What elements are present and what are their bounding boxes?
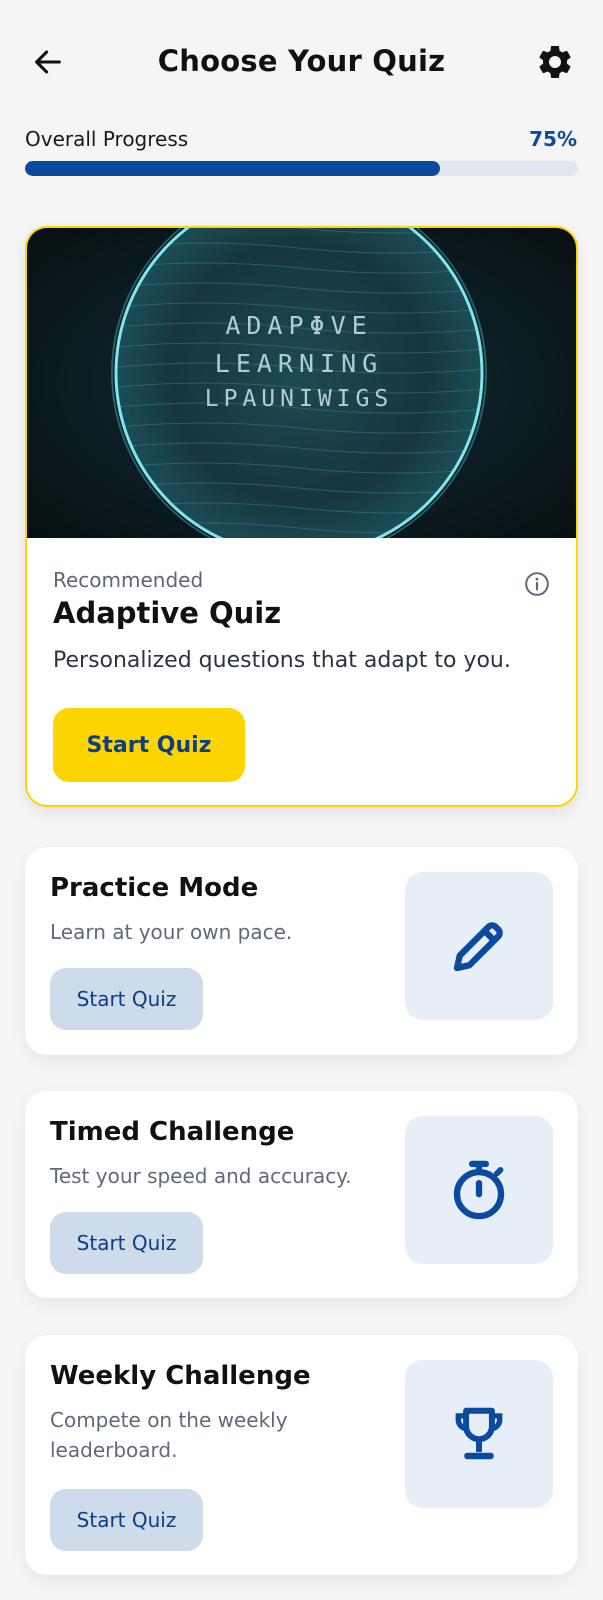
start-practice-quiz-button[interactable]: Start Quiz [50,968,203,1030]
weekly-challenge-title: Weekly Challenge [50,1361,311,1391]
start-weekly-quiz-button[interactable]: Start Quiz [50,1489,203,1551]
progress-bar [25,161,578,176]
hero-text-line-2: LEARNING [215,349,383,378]
timed-challenge-description: Test your speed and accuracy. [50,1164,352,1188]
practice-mode-icon-box [405,872,553,1020]
gear-icon [539,45,571,78]
hero-text-line-3: LPAUNIWIGS [205,386,393,412]
timed-challenge-card[interactable]: Timed Challenge Test your speed and accu… [25,1091,578,1298]
hero-text-line-1: ADAPΦVE [225,311,372,340]
hero-illustration: ADAPΦVE LEARNING LPAUNIWIGS [111,228,487,538]
timed-challenge-icon-box [405,1116,553,1264]
start-timed-quiz-button[interactable]: Start Quiz [50,1212,203,1274]
weekly-challenge-card[interactable]: Weekly Challenge Compete on the weekly l… [25,1335,578,1575]
stopwatch-icon [453,1160,505,1220]
featured-quiz-card[interactable]: ADAPΦVE LEARNING LPAUNIWIGS Recommended … [25,226,578,807]
featured-quiz-title: Adaptive Quiz [53,596,282,630]
page-title: Choose Your Quiz [157,44,446,78]
trophy-icon [455,1407,503,1460]
info-icon[interactable] [524,571,550,597]
pencil-icon [453,922,503,972]
progress-label: Overall Progress [25,127,189,151]
hero-image: ADAPΦVE LEARNING LPAUNIWIGS [27,228,576,538]
settings-button[interactable] [531,38,579,86]
practice-mode-title: Practice Mode [50,873,259,903]
weekly-challenge-icon-box [405,1360,553,1508]
progress-bar-fill [25,161,440,176]
featured-quiz-description: Personalized questions that adapt to you… [53,648,511,673]
practice-mode-description: Learn at your own pace. [50,920,293,944]
progress-value: 75% [529,127,577,151]
practice-mode-card[interactable]: Practice Mode Learn at your own pace. St… [25,847,578,1055]
weekly-challenge-description: Compete on the weekly leaderboard. [50,1408,288,1462]
app-header: Choose Your Quiz [0,0,603,124]
recommended-label: Recommended [53,568,204,592]
timed-challenge-title: Timed Challenge [50,1117,295,1147]
start-adaptive-quiz-button[interactable]: Start Quiz [53,708,245,782]
